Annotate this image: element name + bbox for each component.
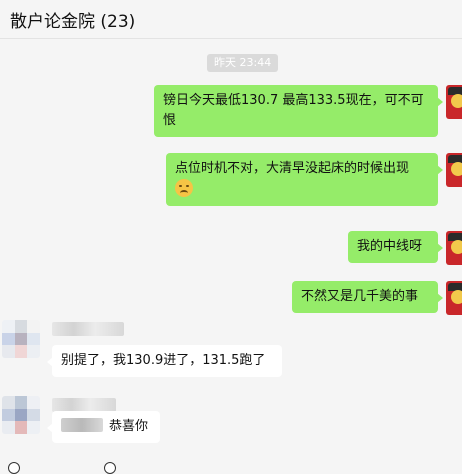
chat-header: 散户论金院 (23) <box>0 0 462 39</box>
attach-button-icon[interactable] <box>104 462 116 474</box>
message-bubble-outgoing[interactable]: 不然又是几千美的事 <box>292 281 443 313</box>
my-avatar[interactable] <box>446 231 462 265</box>
message-bubble-outgoing[interactable]: 我的中线呀 <box>348 231 443 263</box>
my-avatar[interactable] <box>446 85 462 119</box>
message-bubble-outgoing[interactable]: 镑日今天最低130.7 最高133.5现在，可不可恨 <box>154 85 443 137</box>
message-text: 不然又是几千美的事 <box>301 289 419 304</box>
chat-title[interactable]: 散户论金院 (23) <box>10 7 135 32</box>
message-text: 我的中线呀 <box>357 239 423 254</box>
message-bubble-incoming[interactable]: 恭喜你 <box>47 411 160 443</box>
message-timestamp: 昨天 23:44 <box>207 54 279 72</box>
message-text: 别提了，我130.9进了，131.5跑了 <box>61 353 266 368</box>
my-avatar[interactable] <box>446 153 462 187</box>
emoji-button-icon[interactable] <box>8 462 20 474</box>
message-text: 点位时机不对，大清早没起床的时候出现 <box>175 161 410 176</box>
message-text: 恭喜你 <box>109 419 149 434</box>
sender-avatar[interactable] <box>2 396 40 434</box>
message-text: 镑日今天最低130.7 最高133.5现在，可不可恨 <box>163 93 424 128</box>
sender-avatar[interactable] <box>2 320 40 358</box>
mention-blurred <box>61 418 103 432</box>
my-avatar[interactable] <box>446 281 462 315</box>
message-bubble-outgoing[interactable]: 点位时机不对，大清早没起床的时候出现 <box>166 153 443 206</box>
message-bubble-incoming[interactable]: 别提了，我130.9进了，131.5跑了 <box>47 345 282 377</box>
sender-name-blurred <box>52 398 116 412</box>
bottom-toolbar-edge <box>0 460 462 474</box>
sender-name-blurred <box>52 322 124 336</box>
sad-face-emoji <box>175 179 193 197</box>
